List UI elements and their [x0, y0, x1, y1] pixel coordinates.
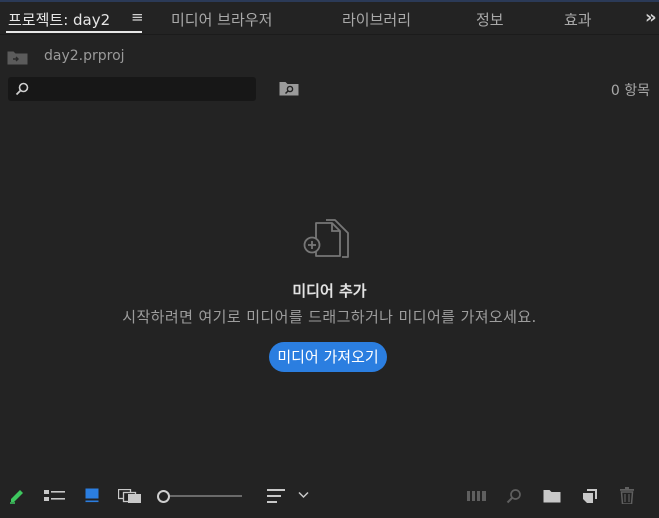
item-count: 0 항목 [610, 83, 650, 99]
freeform-view-icon[interactable] [118, 489, 142, 503]
active-tab-indicator [6, 31, 142, 33]
new-bin-icon[interactable] [543, 489, 561, 503]
panel-tab-bar: 프로젝트: day2 ≡ 미디어 브라우저 라이브러리 정보 효과 » [0, 2, 659, 35]
tab-info[interactable]: 정보 [476, 9, 504, 30]
empty-state-description: 시작하려면 여기로 미디어를 드래그하거나 미디어를 가져오세요. [122, 308, 537, 326]
search-icon [15, 82, 29, 96]
trash-icon [620, 487, 634, 504]
search-input[interactable] [38, 79, 252, 101]
pencil-icon[interactable] [8, 486, 26, 504]
search-box[interactable] [8, 77, 256, 101]
project-file-name: day2.prproj [44, 48, 125, 64]
add-media-icon [303, 219, 349, 258]
find-icon [506, 489, 521, 504]
bottom-toolbar [0, 480, 659, 518]
tab-media-browser[interactable]: 미디어 브라우저 [171, 9, 272, 30]
tab-libraries[interactable]: 라이브러리 [342, 9, 411, 30]
tab-project[interactable]: 프로젝트: day2 [8, 9, 110, 30]
list-view-icon[interactable] [44, 489, 66, 503]
automate-to-sequence-icon [467, 491, 486, 501]
panel-menu-icon[interactable]: ≡ [131, 8, 144, 26]
find-in-folder-icon[interactable] [279, 81, 299, 96]
more-tabs-icon[interactable]: » [645, 7, 657, 28]
icon-view-icon[interactable] [85, 488, 99, 503]
sort-icon[interactable] [267, 489, 285, 503]
tab-effects[interactable]: 효과 [564, 9, 592, 30]
zoom-slider-track[interactable] [166, 495, 242, 497]
bin-folder-icon [7, 51, 28, 65]
chevron-down-icon[interactable] [298, 491, 309, 499]
empty-state-title: 미디어 추가 [292, 282, 367, 300]
import-media-button[interactable]: 미디어 가져오기 [269, 342, 387, 372]
zoom-slider-handle[interactable] [157, 490, 170, 503]
new-item-icon[interactable] [582, 488, 598, 504]
